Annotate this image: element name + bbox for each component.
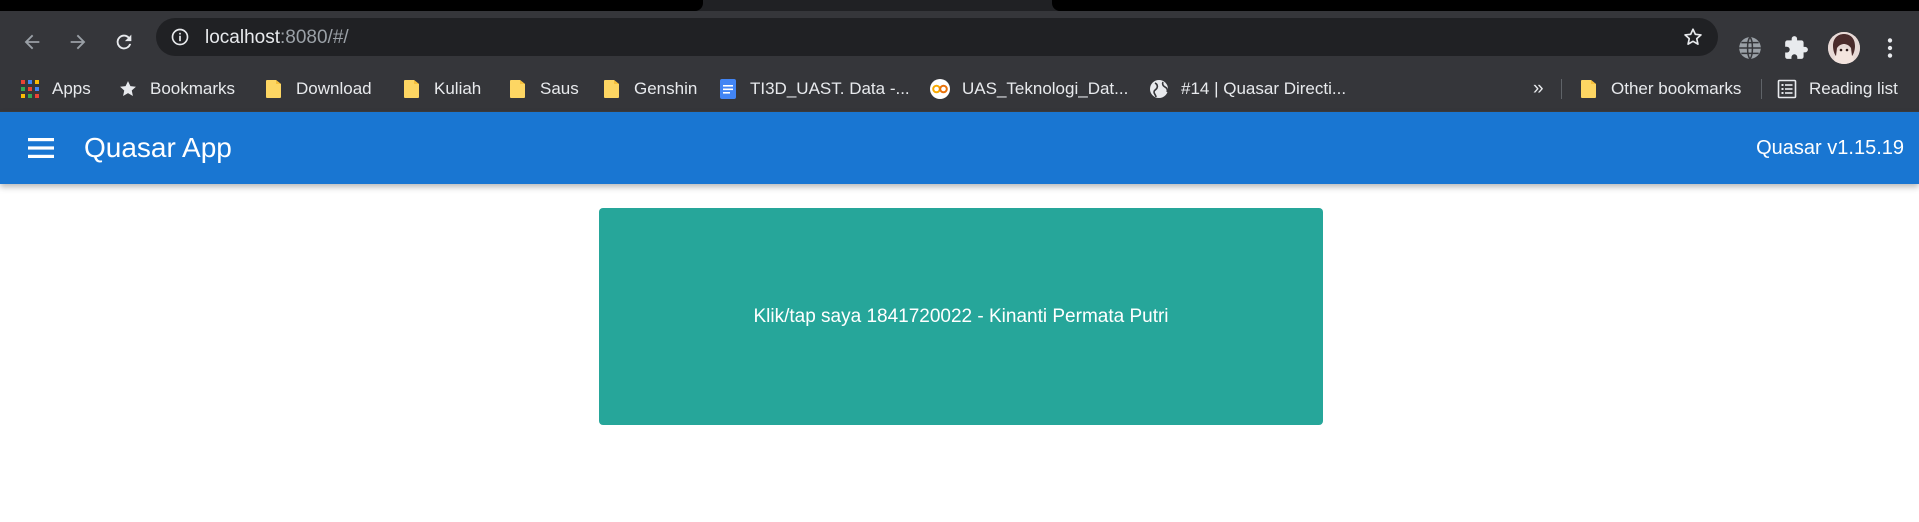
app-header: Quasar App Quasar v1.15.19	[0, 112, 1919, 184]
inactive-tab-area[interactable]	[0, 0, 703, 11]
url-host: localhost	[205, 27, 280, 48]
tab-strip	[0, 0, 1919, 11]
bookmark-ti3d-uast[interactable]: TI3D_UAST. Data -...	[718, 67, 910, 111]
bookmark-folder-genshin[interactable]: Genshin	[602, 67, 697, 111]
bookmark-uas-teknologi[interactable]: UAS_Teknologi_Dat...	[930, 67, 1128, 111]
bookmark-bookmarks[interactable]: Bookmarks	[118, 67, 235, 111]
reading-list-icon	[1777, 79, 1797, 99]
inactive-tab-area[interactable]	[1052, 0, 1919, 11]
bookmark-label: TI3D_UAST. Data -...	[750, 79, 910, 98]
folder-icon	[1581, 80, 1596, 98]
bookmarks-overflow-button[interactable]: »	[1533, 67, 1544, 111]
bookmarks-divider	[1761, 79, 1762, 99]
bookmark-label: Apps	[52, 79, 91, 98]
click-card-button[interactable]: Klik/tap saya 1841720022 - Kinanti Perma…	[599, 208, 1323, 425]
star-outline-icon[interactable]	[1682, 26, 1704, 48]
bookmarks-bar: Apps Bookmarks Download Kuliah Saus Gens…	[0, 67, 1919, 112]
card-text: Klik/tap saya 1841720022 - Kinanti Perma…	[753, 305, 1169, 327]
bookmark-label: Kuliah	[434, 79, 482, 98]
reload-icon	[116, 34, 132, 50]
bookmark-quasar-directives[interactable]: #14 | Quasar Directi...	[1149, 67, 1346, 111]
apps-grid-icon	[21, 80, 39, 98]
version-label: Quasar v1.15.19	[1756, 137, 1904, 159]
browser-toolbar: localhost:8080/#/	[0, 11, 1919, 67]
folder-icon	[604, 80, 619, 98]
app-title: Quasar App	[84, 132, 232, 163]
forward-button[interactable]	[60, 24, 96, 60]
address-bar[interactable]: localhost:8080/#/	[156, 18, 1718, 56]
reading-list-button[interactable]: Reading list	[1777, 67, 1898, 111]
folder-icon	[404, 80, 419, 98]
bookmark-folder-saus[interactable]: Saus	[508, 67, 579, 111]
bookmark-folder-download[interactable]: Download	[264, 67, 372, 111]
arrow-left-icon	[24, 34, 40, 50]
reload-button[interactable]	[106, 24, 142, 60]
globe-icon	[1150, 80, 1169, 98]
google-docs-icon	[720, 79, 736, 99]
extensions-puzzle-icon[interactable]	[1783, 35, 1809, 61]
avatar-image-icon	[1828, 32, 1860, 64]
star-filled-icon	[120, 81, 136, 96]
back-button[interactable]	[14, 24, 50, 60]
folder-icon	[510, 80, 525, 98]
bookmark-label: Other bookmarks	[1611, 79, 1742, 98]
bookmark-other-bookmarks[interactable]: Other bookmarks	[1579, 67, 1741, 111]
bookmark-apps[interactable]: Apps	[20, 67, 91, 111]
bookmark-label: UAS_Teknologi_Dat...	[962, 79, 1129, 98]
info-icon[interactable]	[170, 27, 190, 47]
more-vert-icon[interactable]	[1877, 35, 1903, 61]
bookmark-folder-kuliah[interactable]: Kuliah	[402, 67, 481, 111]
bookmark-label: Bookmarks	[150, 79, 236, 98]
bookmarks-divider	[1561, 79, 1562, 99]
bookmark-label: Genshin	[634, 79, 698, 98]
bookmark-label: Saus	[540, 79, 579, 98]
bookmark-label: Download	[296, 79, 372, 98]
colab-icon	[930, 79, 950, 99]
globe-icon[interactable]	[1737, 35, 1763, 61]
bookmark-label: #14 | Quasar Directi...	[1181, 79, 1347, 98]
arrow-right-icon	[70, 34, 86, 50]
url-text[interactable]: localhost:8080/#/	[205, 28, 349, 47]
profile-avatar[interactable]	[1828, 32, 1860, 64]
hamburger-menu-icon[interactable]	[24, 134, 60, 162]
overflow-chevron-icon: »	[1533, 78, 1544, 99]
folder-icon	[266, 80, 281, 98]
bookmark-label: Reading list	[1809, 79, 1898, 98]
url-path: :8080/#/	[280, 27, 349, 48]
